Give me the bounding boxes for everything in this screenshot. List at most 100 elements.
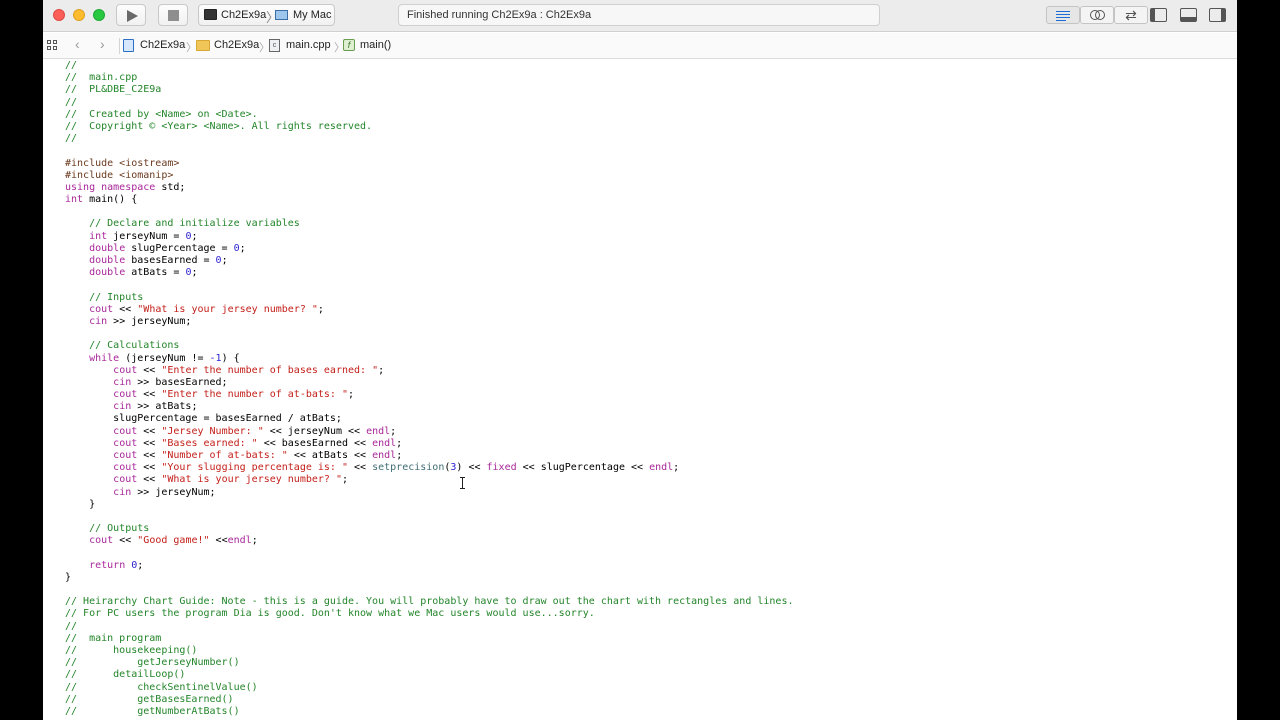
code-line[interactable]: // getNumberAtBats()	[65, 706, 793, 718]
related-items-grid-icon[interactable]	[47, 40, 58, 51]
back-arrow-icon[interactable]: ‹	[75, 36, 80, 52]
code-line[interactable]: cout << "Enter the number of bases earne…	[65, 365, 793, 377]
code-token: fixed	[486, 462, 517, 474]
code-line[interactable]: cout << "Number of at-bats: " << atBats …	[65, 450, 793, 462]
code-line[interactable]: // detailLoop()	[65, 669, 793, 681]
code-line[interactable]	[65, 206, 793, 218]
code-line[interactable]	[65, 548, 793, 560]
code-token: slugPercentage = basesEarned / atBats;	[65, 413, 342, 425]
code-line[interactable]: //	[65, 60, 793, 72]
code-line[interactable]: // Calculations	[65, 340, 793, 352]
computer-icon	[275, 10, 288, 20]
code-line[interactable]: }	[65, 499, 793, 511]
code-token: << basesEarned <<	[257, 437, 373, 449]
close-window-button[interactable]	[53, 9, 65, 21]
code-line[interactable]: cout << "Good game!" <<endl;	[65, 535, 793, 547]
version-editor-button[interactable]: ⇄	[1114, 6, 1148, 24]
code-line[interactable]: double atBats = 0;	[65, 267, 793, 279]
forward-arrow-icon[interactable]: ›	[100, 36, 105, 52]
code-token: int	[89, 230, 108, 242]
code-line[interactable]: cout << "Bases earned: " << basesEarned …	[65, 438, 793, 450]
code-line[interactable]: // PL&DBE_C2E9a	[65, 84, 793, 96]
code-line[interactable]: cin >> basesEarned;	[65, 377, 793, 389]
breadcrumb-project[interactable]: Ch2Ex9a	[140, 39, 185, 51]
code-line[interactable]: // main program	[65, 633, 793, 645]
toggle-utilities-button[interactable]	[1209, 8, 1226, 22]
code-line[interactable]: cout << "What is your jersey number? ";	[65, 304, 793, 316]
source-editor[interactable]: //// main.cpp// PL&DBE_C2E9a//// Created…	[43, 60, 1237, 720]
code-line[interactable]: slugPercentage = basesEarned / atBats;	[65, 413, 793, 425]
scheme-selector[interactable]: Ch2Ex9a 〉 My Mac	[198, 4, 335, 26]
code-token: }	[65, 571, 72, 583]
code-token: cout	[89, 535, 114, 547]
breadcrumb-function[interactable]: main()	[360, 39, 391, 51]
standard-editor-button[interactable]	[1046, 6, 1080, 24]
code-line[interactable]: while (jerseyNum != -1) {	[65, 353, 793, 365]
code-line[interactable]: // getBasesEarned()	[65, 694, 793, 706]
code-line[interactable]: cin >> jerseyNum;	[65, 487, 793, 499]
code-token: // For PC users the program Dia is good.…	[65, 608, 595, 620]
code-line[interactable]	[65, 584, 793, 596]
code-line[interactable]: int jerseyNum = 0;	[65, 231, 793, 243]
code-token: // Calculations	[65, 340, 180, 352]
code-line[interactable]: // Inputs	[65, 292, 793, 304]
code-line[interactable]: //	[65, 621, 793, 633]
arrows-left-right-icon: ⇄	[1125, 7, 1137, 23]
code-line[interactable]: double slugPercentage = 0;	[65, 243, 793, 255]
code-line[interactable]: //	[65, 97, 793, 109]
code-line[interactable]: // Declare and initialize variables	[65, 218, 793, 230]
scheme-target: Ch2Ex9a	[221, 9, 267, 21]
code-line[interactable]	[65, 511, 793, 523]
code-line[interactable]: using namespace std;	[65, 182, 793, 194]
breadcrumb-folder[interactable]: Ch2Ex9a	[214, 39, 259, 51]
code-token: endl	[227, 535, 252, 547]
run-button[interactable]	[116, 4, 146, 26]
code-token: }	[65, 498, 96, 510]
code-line[interactable]: }	[65, 572, 793, 584]
cpp-file-icon: c	[269, 39, 280, 52]
assistant-editor-button[interactable]	[1080, 6, 1114, 24]
code-line[interactable]: cin >> atBats;	[65, 401, 793, 413]
code-line[interactable]: // Created by <Name> on <Date>.	[65, 109, 793, 121]
minimize-window-button[interactable]	[73, 9, 85, 21]
code-line[interactable]: int main() {	[65, 194, 793, 206]
code-line[interactable]: // Heirarchy Chart Guide: Note - this is…	[65, 596, 793, 608]
code-token: // PL&DBE_C2E9a	[65, 84, 162, 96]
code-line[interactable]: cout << "Enter the number of at-bats: ";	[65, 389, 793, 401]
code-line[interactable]: // Outputs	[65, 523, 793, 535]
code-token: << atBats <<	[287, 450, 373, 461]
code-line[interactable]: // housekeeping()	[65, 645, 793, 657]
fullscreen-window-button[interactable]	[93, 9, 105, 21]
code-text[interactable]: //// main.cpp// PL&DBE_C2E9a//// Created…	[65, 60, 793, 718]
code-token: ;	[251, 535, 258, 547]
code-line[interactable]: // For PC users the program Dia is good.…	[65, 608, 793, 620]
code-line[interactable]	[65, 145, 793, 157]
code-line[interactable]: #include <iomanip>	[65, 170, 793, 182]
code-line[interactable]: //	[65, 133, 793, 145]
code-token: ;	[191, 230, 198, 242]
code-line[interactable]: cout << "What is your jersey number? ";	[65, 474, 793, 486]
code-line[interactable]: cout << "Jersey Number: " << jerseyNum <…	[65, 426, 793, 438]
code-line[interactable]: // main.cpp	[65, 72, 793, 84]
toggle-debug-area-button[interactable]	[1180, 8, 1197, 22]
code-line[interactable]: cout << "Your slugging percentage is: " …	[65, 462, 793, 474]
code-line[interactable]	[65, 328, 793, 340]
toggle-navigator-button[interactable]	[1150, 8, 1167, 22]
stop-button[interactable]	[158, 4, 188, 26]
code-line[interactable]: // checkSentinelValue()	[65, 682, 793, 694]
code-line[interactable]: return 0;	[65, 560, 793, 572]
breadcrumb-file[interactable]: main.cpp	[286, 39, 331, 51]
code-line[interactable]: // Copyright © <Year> <Name>. All rights…	[65, 121, 793, 133]
code-token: // Outputs	[65, 523, 150, 535]
code-line[interactable]: cin >> jerseyNum;	[65, 316, 793, 328]
code-line[interactable]: // getJerseyNumber()	[65, 657, 793, 669]
lines-icon-stroke	[1056, 17, 1070, 18]
code-line[interactable]: double basesEarned = 0;	[65, 255, 793, 267]
folder-icon	[196, 40, 210, 51]
code-token: >> basesEarned;	[131, 376, 228, 388]
code-token: ;	[191, 267, 198, 279]
code-token: cin	[113, 486, 132, 498]
code-line[interactable]	[65, 279, 793, 291]
code-line[interactable]: #include <iostream>	[65, 158, 793, 170]
